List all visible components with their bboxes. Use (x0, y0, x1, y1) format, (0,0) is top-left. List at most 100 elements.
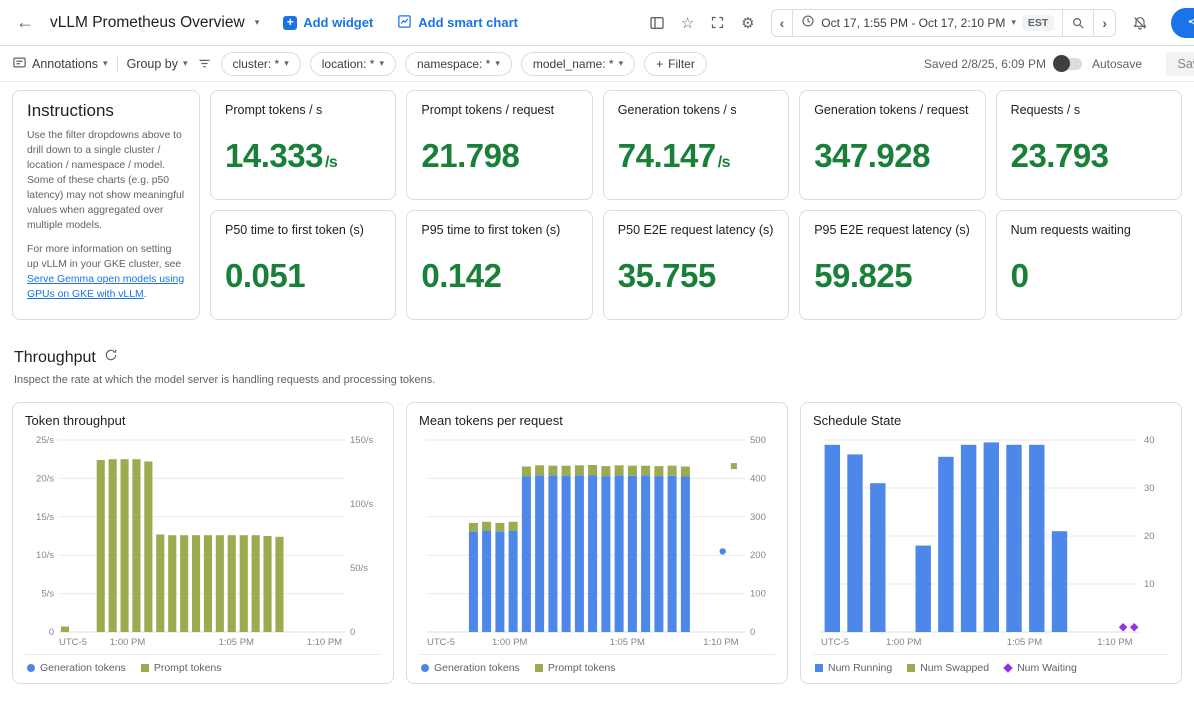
svg-text:20/s: 20/s (36, 473, 54, 484)
panel-icon[interactable] (649, 15, 665, 31)
svg-text:1:00 PM: 1:00 PM (110, 637, 145, 648)
time-forward-button[interactable]: › (1093, 10, 1115, 36)
legend-item[interactable]: Prompt tokens (535, 662, 616, 674)
section-subtitle: Inspect the rate at which the model serv… (14, 374, 1180, 386)
share-icon (1187, 15, 1194, 31)
token-throughput-chart[interactable]: 25/s20/s15/s10/s5/s0150/s100/s50/s0UTC-5… (25, 432, 381, 650)
svg-text:25/s: 25/s (36, 435, 54, 446)
legend-marker-square (535, 664, 543, 672)
svg-text:UTC-5: UTC-5 (821, 637, 849, 648)
autosave-toggle[interactable] (1056, 58, 1082, 70)
refresh-icon[interactable] (104, 348, 118, 367)
chart-card-mean-tokens-per-request: Mean tokens per request 5004003002001000… (406, 402, 788, 684)
svg-text:10: 10 (1144, 579, 1155, 590)
scorecard-p95-ttft: P95 time to first token (s) 0.142 (406, 210, 592, 320)
filter-chip-namespace[interactable]: namespace: *▾ (405, 52, 512, 76)
time-range-control: ‹ Oct 17, 1:55 PM - Oct 17, 2:10 PM ▾ ES… (771, 9, 1116, 37)
title-dropdown-caret[interactable]: ▾ (255, 17, 260, 28)
filter-list-icon[interactable] (197, 56, 212, 71)
scorecard-value: 0.051 (225, 257, 381, 295)
svg-text:150/s: 150/s (350, 435, 373, 446)
svg-text:UTC-5: UTC-5 (59, 637, 87, 648)
plus-icon: + (656, 57, 663, 71)
save-button[interactable]: Save (1166, 52, 1194, 76)
annotations-button[interactable]: Annotations ▾ (12, 55, 108, 73)
dashboard-title: vLLM Prometheus Overview (50, 14, 245, 32)
mean-tokens-chart[interactable]: 5004003002001000UTC-51:00 PM1:05 PM1:10 … (419, 432, 775, 650)
svg-text:1:00 PM: 1:00 PM (886, 637, 921, 648)
timezone-badge[interactable]: EST (1022, 15, 1054, 31)
svg-text:UTC-5: UTC-5 (427, 637, 455, 648)
legend-item[interactable]: Num Swapped (907, 662, 989, 674)
share-button[interactable]: Share (1171, 8, 1194, 38)
dashboard-content: Instructions Use the filter dropdowns ab… (0, 82, 1194, 684)
legend-marker-square (141, 664, 149, 672)
add-filter-button[interactable]: + Filter (644, 52, 707, 76)
saved-timestamp: Saved 2/8/25, 6:09 PM (924, 57, 1046, 71)
group-by-button[interactable]: Group by ▾ (127, 57, 188, 71)
scorecard-value: 59.825 (814, 257, 970, 295)
legend-item[interactable]: Prompt tokens (141, 662, 222, 674)
scorecards-grid: Instructions Use the filter dropdowns ab… (12, 90, 1182, 320)
filter-chip-location[interactable]: location: *▾ (310, 52, 396, 76)
scorecard-generation-tokens-per-request: Generation tokens / request 347.928 (799, 90, 985, 200)
legend-marker-circle (421, 664, 429, 672)
notifications-off-icon[interactable] (1132, 15, 1148, 31)
legend-item[interactable]: Generation tokens (27, 662, 126, 674)
back-arrow-icon[interactable]: ← (12, 12, 38, 33)
chart-title: Schedule State (813, 413, 1169, 428)
scorecard-value: 14.333/s (225, 137, 381, 175)
annotations-icon (12, 55, 27, 73)
scorecard-p50-e2e-latency: P50 E2E request latency (s) 35.755 (603, 210, 789, 320)
autosave-label: Autosave (1092, 57, 1142, 71)
svg-text:1:10 PM: 1:10 PM (1097, 637, 1132, 648)
chart-card-schedule-state: Schedule State 40302010UTC-51:00 PM1:05 … (800, 402, 1182, 684)
scorecard-p95-e2e-latency: P95 E2E request latency (s) 59.825 (799, 210, 985, 320)
gear-icon[interactable]: ⚙ (741, 14, 754, 32)
add-smart-chart-label: Add smart chart (418, 15, 518, 30)
legend-marker-square (815, 664, 823, 672)
scorecard-value: 0.142 (421, 257, 577, 295)
charts-row: Token throughput 25/s20/s15/s10/s5/s0150… (12, 402, 1182, 684)
svg-text:40: 40 (1144, 435, 1155, 446)
schedule-state-chart[interactable]: 40302010UTC-51:00 PM1:05 PM1:10 PM (813, 432, 1169, 650)
scorecard-num-requests-waiting: Num requests waiting 0 (996, 210, 1182, 320)
add-widget-icon: + (283, 16, 297, 30)
svg-text:400: 400 (750, 473, 766, 484)
time-range-display[interactable]: Oct 17, 1:55 PM - Oct 17, 2:10 PM ▾ EST (792, 10, 1062, 36)
legend-marker-circle (27, 664, 35, 672)
legend-marker-square (907, 664, 915, 672)
add-smart-chart-button[interactable]: Add smart chart (397, 14, 518, 32)
time-search-button[interactable] (1062, 10, 1093, 36)
scorecard-value: 35.755 (618, 257, 774, 295)
group-by-label: Group by (127, 57, 178, 71)
scorecard-value: 74.147/s (618, 137, 774, 175)
fullscreen-icon[interactable] (710, 15, 725, 30)
toolbar-left: ← vLLM Prometheus Overview ▾ + Add widge… (12, 12, 518, 33)
scorecard-requests-per-s: Requests / s 23.793 (996, 90, 1182, 200)
chart-title: Token throughput (25, 413, 381, 428)
time-back-button[interactable]: ‹ (772, 10, 793, 36)
svg-text:100: 100 (750, 589, 766, 600)
clock-icon (801, 14, 815, 31)
legend-item[interactable]: Num Running (815, 662, 892, 674)
toolbar-divider (117, 55, 118, 73)
svg-text:0: 0 (750, 627, 755, 638)
gke-vllm-link[interactable]: Serve Gemma open models using GPUs on GK… (27, 274, 184, 300)
scorecard-value: 21.798 (421, 137, 577, 175)
star-icon[interactable]: ☆ (681, 14, 694, 32)
svg-text:200: 200 (750, 550, 766, 561)
instructions-card: Instructions Use the filter dropdowns ab… (12, 90, 200, 320)
filter-chip-cluster[interactable]: cluster: *▾ (221, 52, 301, 76)
svg-text:1:10 PM: 1:10 PM (703, 637, 738, 648)
svg-text:30: 30 (1144, 483, 1155, 494)
scorecard-generation-tokens-per-s: Generation tokens / s 74.147/s (603, 90, 789, 200)
add-widget-button[interactable]: + Add widget (283, 15, 373, 30)
filter-chip-model-name[interactable]: model_name: *▾ (521, 52, 635, 76)
legend-item[interactable]: Num Waiting (1004, 662, 1077, 674)
svg-text:15/s: 15/s (36, 512, 54, 523)
scorecard-prompt-tokens-per-request: Prompt tokens / request 21.798 (406, 90, 592, 200)
scorecard-value: 0 (1011, 257, 1167, 295)
legend-marker-diamond (1003, 663, 1013, 673)
legend-item[interactable]: Generation tokens (421, 662, 520, 674)
